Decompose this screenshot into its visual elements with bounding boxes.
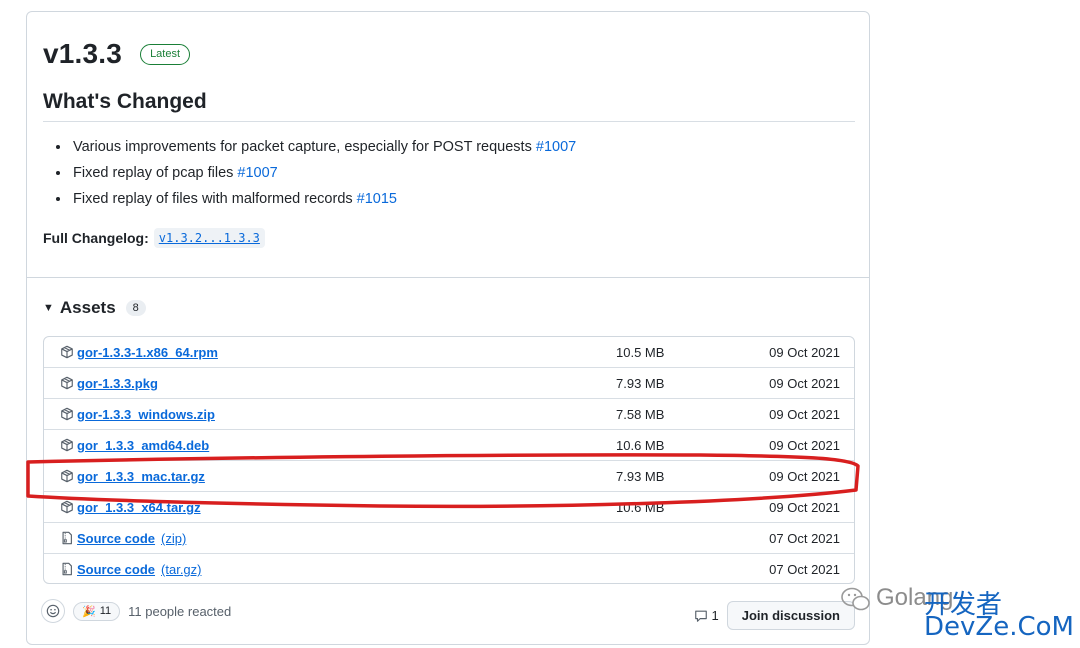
asset-link[interactable]: gor_1.3.3_x64.tar.gz [77, 500, 201, 515]
asset-row: gor_1.3.3_amd64.deb 10.6 MB 09 Oct 2021 [44, 430, 854, 461]
release-card: v1.3.3 Latest What's Changed Various imp… [26, 11, 870, 645]
asset-size: 7.58 MB [616, 407, 665, 422]
asset-row-highlighted: gor_1.3.3_mac.tar.gz 7.93 MB 09 Oct 2021 [44, 461, 854, 492]
asset-date: 07 Oct 2021 [769, 562, 840, 577]
hooray-reaction-button[interactable]: 🎉 11 [73, 601, 121, 621]
package-icon [61, 345, 73, 359]
asset-date: 09 Oct 2021 [769, 500, 840, 515]
package-icon [61, 407, 73, 421]
file-zip-icon [62, 531, 72, 545]
changelog-compare-link[interactable]: v1.3.2...1.3.3 [153, 228, 265, 248]
whats-changed-heading: What's Changed [43, 90, 207, 113]
asset-row: gor_1.3.3_x64.tar.gz 10.6 MB 09 Oct 2021 [44, 492, 854, 523]
issue-link[interactable]: #1007 [536, 139, 576, 155]
release-version[interactable]: v1.3.3 [43, 38, 122, 70]
asset-date: 09 Oct 2021 [769, 438, 840, 453]
asset-size: 7.93 MB [616, 376, 665, 391]
asset-link[interactable]: gor_1.3.3_amd64.deb [77, 438, 209, 453]
asset-link[interactable]: gor-1.3.3_windows.zip [77, 407, 215, 422]
assets-toggle[interactable]: ▼ Assets 8 [43, 298, 146, 318]
release-notes-list: Various improvements for packet capture,… [43, 134, 576, 212]
package-icon [61, 469, 73, 483]
release-note-item: Fixed replay of files with malformed rec… [71, 186, 576, 212]
reactions-bar: 🎉 11 11 people reacted [41, 599, 231, 623]
heading-divider [43, 121, 855, 122]
section-divider [27, 277, 869, 278]
asset-size: 7.93 MB [616, 469, 665, 484]
latest-badge: Latest [140, 43, 191, 65]
file-zip-icon [62, 562, 72, 576]
source-code-targz-link[interactable]: Source code (tar.gz) [77, 562, 202, 577]
package-icon [61, 438, 73, 452]
asset-size: 10.6 MB [616, 500, 665, 515]
release-header: v1.3.3 Latest [43, 38, 191, 70]
changelog-label: Full Changelog: [43, 230, 149, 246]
asset-link[interactable]: gor_1.3.3_mac.tar.gz [77, 469, 205, 484]
party-popper-icon: 🎉 [82, 605, 96, 618]
package-icon [61, 500, 73, 514]
assets-list: gor-1.3.3-1.x86_64.rpm 10.5 MB 09 Oct 20… [43, 336, 855, 584]
asset-row: gor-1.3.3.pkg 7.93 MB 09 Oct 2021 [44, 368, 854, 399]
join-discussion-button[interactable]: Join discussion [726, 601, 855, 630]
watermark: Golang 开发者 DevZe.CoM [838, 584, 1078, 644]
asset-link[interactable]: gor-1.3.3.pkg [77, 376, 158, 391]
asset-row: gor-1.3.3_windows.zip 7.58 MB 09 Oct 202… [44, 399, 854, 430]
full-changelog: Full Changelog: v1.3.2...1.3.3 [43, 228, 265, 248]
add-reaction-button[interactable] [41, 599, 65, 623]
release-note-item: Various improvements for packet capture,… [71, 134, 576, 160]
release-note-item: Fixed replay of pcap files #1007 [71, 160, 576, 186]
assets-count: 8 [125, 300, 146, 316]
reaction-summary: 11 people reacted [128, 603, 232, 619]
asset-date: 09 Oct 2021 [769, 407, 840, 422]
package-icon [61, 376, 73, 390]
comment-icon [694, 610, 707, 622]
source-code-zip-link[interactable]: Source code (zip) [77, 531, 186, 546]
comment-count[interactable]: 1 [694, 608, 719, 623]
issue-link[interactable]: #1015 [357, 191, 397, 207]
discussion-area: 1 Join discussion [694, 601, 855, 630]
asset-date: 07 Oct 2021 [769, 531, 840, 546]
assets-title: Assets [59, 298, 116, 317]
smiley-icon [46, 604, 60, 618]
asset-row: gor-1.3.3-1.x86_64.rpm 10.5 MB 09 Oct 20… [44, 337, 854, 368]
source-row: Source code (zip) 07 Oct 2021 [44, 523, 854, 554]
asset-size: 10.6 MB [616, 438, 665, 453]
watermark-domain: DevZe.CoM [924, 612, 1074, 642]
triangle-down-icon: ▼ [43, 302, 54, 314]
asset-date: 09 Oct 2021 [769, 469, 840, 484]
source-row: Source code (tar.gz) 07 Oct 2021 [44, 554, 854, 583]
asset-date: 09 Oct 2021 [769, 376, 840, 391]
asset-link[interactable]: gor-1.3.3-1.x86_64.rpm [77, 345, 218, 360]
issue-link[interactable]: #1007 [237, 165, 277, 181]
asset-date: 09 Oct 2021 [769, 345, 840, 360]
reaction-count: 11 [99, 605, 112, 617]
wechat-icon [841, 587, 870, 611]
asset-size: 10.5 MB [616, 345, 665, 360]
